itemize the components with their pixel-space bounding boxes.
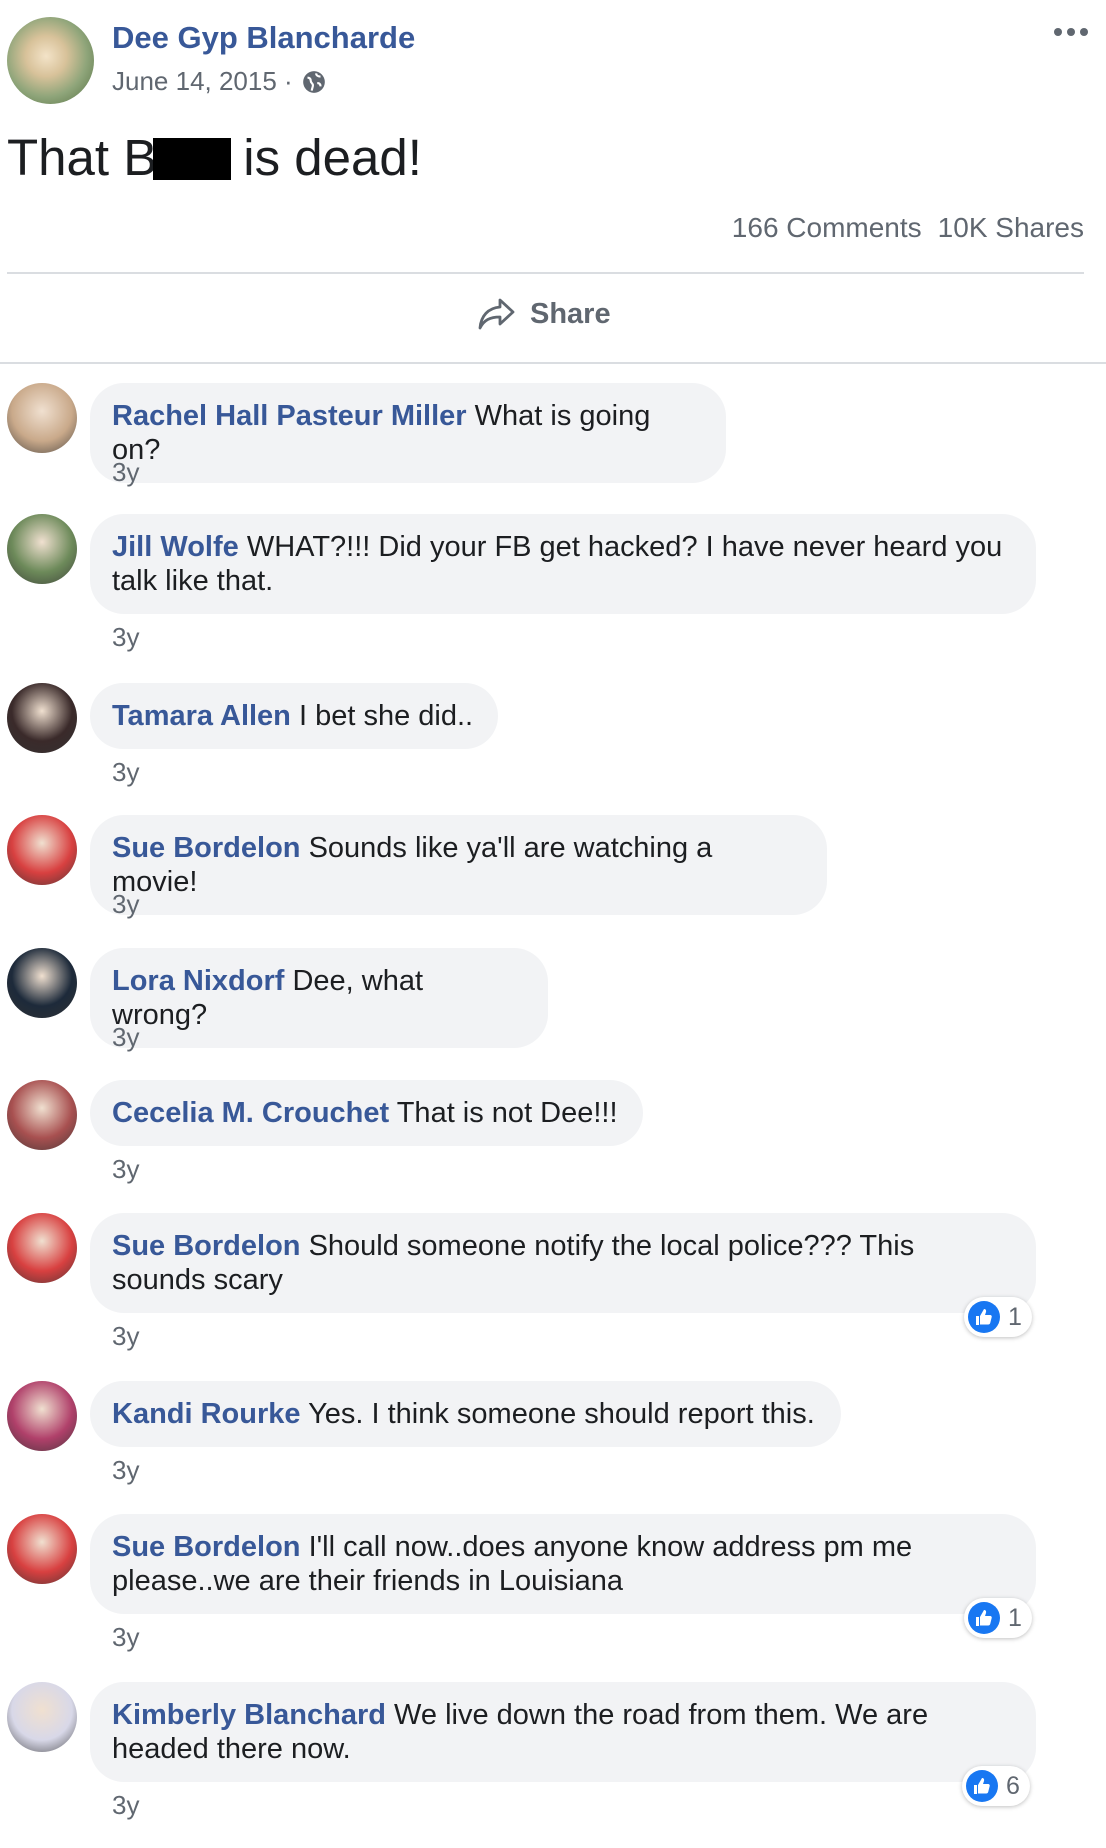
comment-bubble: Jill Wolfe WHAT?!!! Did your FB get hack… xyxy=(90,514,1036,614)
comment-age[interactable]: 3y xyxy=(112,1022,139,1053)
comment-age[interactable]: 3y xyxy=(112,622,139,653)
commenter-avatar[interactable] xyxy=(7,1514,77,1584)
post-author-name[interactable]: Dee Gyp Blancharde xyxy=(112,20,415,56)
post-text: That B is dead! xyxy=(7,128,422,187)
comment-bubble: Kandi Rourke Yes. I think someone should… xyxy=(90,1381,841,1447)
divider xyxy=(7,272,1084,274)
post-text-start: That B xyxy=(7,129,158,186)
comment-age[interactable]: 3y xyxy=(112,1622,139,1653)
comment-age[interactable]: 3y xyxy=(112,1455,139,1486)
comment-bubble: Sue Bordelon I'll call now..does anyone … xyxy=(90,1514,1036,1614)
comment-bubble: Cecelia M. Crouchet That is not Dee!!! xyxy=(90,1080,643,1146)
commenter-name[interactable]: Sue Bordelon xyxy=(112,832,301,864)
commenter-avatar[interactable] xyxy=(7,815,77,885)
comment-likes[interactable]: 1 xyxy=(964,1598,1032,1638)
comment-bubble: Sue Bordelon Should someone notify the l… xyxy=(90,1213,1036,1313)
like-count: 1 xyxy=(1008,1302,1022,1331)
comment-text: That is not Dee!!! xyxy=(389,1097,618,1129)
like-count: 1 xyxy=(1008,1603,1022,1632)
like-icon xyxy=(968,1602,1000,1634)
like-icon xyxy=(966,1770,998,1802)
commenter-avatar[interactable] xyxy=(7,948,77,1018)
comment-bubble: Lora Nixdorf Dee, what wrong? xyxy=(90,948,548,1048)
comment-bubble: Tamara Allen I bet she did.. xyxy=(90,683,498,749)
commenter-name[interactable]: Rachel Hall Pasteur Miller xyxy=(112,400,467,432)
commenter-name[interactable]: Tamara Allen xyxy=(112,700,291,732)
commenter-avatar[interactable] xyxy=(7,1213,77,1283)
commenter-name[interactable]: Cecelia M. Crouchet xyxy=(112,1097,389,1129)
comment-likes[interactable]: 1 xyxy=(964,1297,1032,1337)
share-button[interactable]: Share xyxy=(478,296,611,332)
like-icon xyxy=(968,1301,1000,1333)
share-arrow-icon xyxy=(478,298,515,330)
comment-age[interactable]: 3y xyxy=(112,757,139,788)
comment-bubble: Sue Bordelon Sounds like ya'll are watch… xyxy=(90,815,827,915)
post-text-end: is dead! xyxy=(243,129,422,186)
commenter-avatar[interactable] xyxy=(7,683,77,753)
post-stats: 166 Comments 10K Shares xyxy=(732,212,1084,244)
post-date[interactable]: June 14, 2015 · xyxy=(112,66,293,97)
author-avatar[interactable] xyxy=(7,17,94,104)
comment-age[interactable]: 3y xyxy=(112,889,139,920)
commenter-name[interactable]: Sue Bordelon xyxy=(112,1531,301,1563)
comment-text: I bet she did.. xyxy=(290,700,474,732)
commenter-avatar[interactable] xyxy=(7,1381,77,1451)
divider xyxy=(0,362,1106,364)
redaction-bar xyxy=(153,138,232,180)
comment-age[interactable]: 3y xyxy=(112,1154,139,1185)
globe-icon xyxy=(302,70,325,93)
comment-text: Yes. I think someone should report this. xyxy=(300,1398,815,1430)
commenter-name[interactable]: Jill Wolfe xyxy=(112,531,239,563)
commenter-avatar[interactable] xyxy=(7,1682,77,1752)
commenter-name[interactable]: Lora Nixdorf xyxy=(112,965,284,997)
commenter-name[interactable]: Sue Bordelon xyxy=(112,1230,301,1262)
share-label: Share xyxy=(530,297,611,330)
comment-text: WHAT?!!! Did your FB get hacked? I have … xyxy=(112,531,1003,597)
more-options-icon[interactable] xyxy=(1054,28,1088,36)
comment-bubble: Kimberly Blanchard We live down the road… xyxy=(90,1682,1036,1782)
commenter-name[interactable]: Kimberly Blanchard xyxy=(112,1699,386,1731)
comments-count[interactable]: 166 Comments xyxy=(732,212,922,244)
post-meta: June 14, 2015 · xyxy=(112,66,327,97)
commenter-name[interactable]: Kandi Rourke xyxy=(112,1398,301,1430)
comment-likes[interactable]: 6 xyxy=(962,1766,1030,1806)
shares-count[interactable]: 10K Shares xyxy=(938,212,1084,244)
commenter-avatar[interactable] xyxy=(7,514,77,584)
comment-age[interactable]: 3y xyxy=(112,1790,139,1821)
comment-age[interactable]: 3y xyxy=(112,457,139,488)
comment-age[interactable]: 3y xyxy=(112,1321,139,1352)
commenter-avatar[interactable] xyxy=(7,1080,77,1150)
commenter-avatar[interactable] xyxy=(7,383,77,453)
like-count: 6 xyxy=(1006,1771,1020,1800)
comment-bubble: Rachel Hall Pasteur Miller What is going… xyxy=(90,383,726,483)
